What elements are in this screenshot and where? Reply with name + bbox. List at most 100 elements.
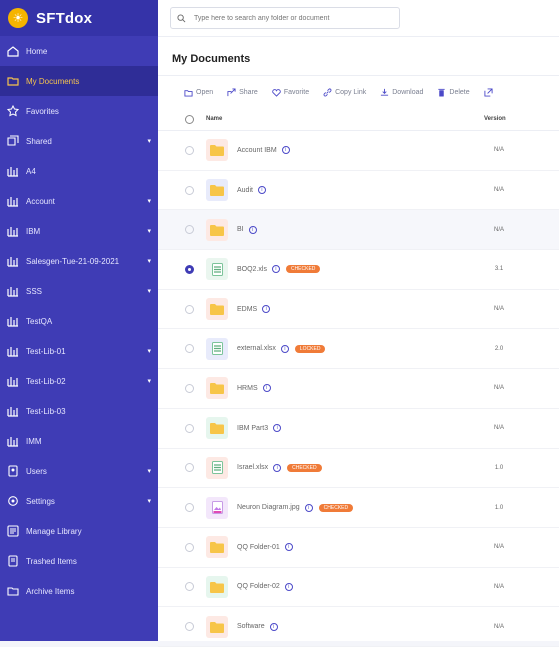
sidebar-item-shared[interactable]: Shared ▾ <box>0 126 158 156</box>
library-icon <box>6 434 20 448</box>
sidebar-item-users[interactable]: Users ▾ <box>0 456 158 486</box>
row-select-radio[interactable] <box>185 503 194 513</box>
table-row[interactable]: Israel.xlsx i CHECKED 1.0 <box>158 449 559 489</box>
document-name-cell[interactable]: HRMS i <box>237 384 271 393</box>
row-select-radio[interactable] <box>185 304 194 314</box>
delete-button[interactable]: Delete <box>437 88 470 97</box>
star-icon <box>6 104 20 118</box>
sidebar-item-imm[interactable]: IMM <box>0 426 158 456</box>
info-icon[interactable]: i <box>284 543 293 552</box>
table-row[interactable]: Neuron Diagram.jpg i CHECKED 1.0 <box>158 488 559 528</box>
table-row[interactable]: BI i N/A <box>158 210 559 251</box>
row-select-radio[interactable] <box>185 423 194 433</box>
gear-icon <box>6 494 20 508</box>
info-icon[interactable]: i <box>248 225 257 234</box>
search-box[interactable] <box>170 7 400 29</box>
table-row[interactable]: external.xlsx i LOCKED 2.0 <box>158 329 559 370</box>
table-row[interactable]: Audit i N/A <box>158 171 559 211</box>
download-button[interactable]: Download <box>380 88 423 97</box>
open-button[interactable]: Open <box>184 88 213 97</box>
favorite-button[interactable]: Favorite <box>272 88 309 97</box>
row-select-radio[interactable] <box>185 225 194 235</box>
sidebar-item-trashed-items[interactable]: Trashed Items <box>0 546 158 576</box>
sidebar-item-archive-items[interactable]: Archive Items <box>0 576 158 606</box>
info-icon[interactable]: i <box>257 186 266 195</box>
info-icon[interactable]: i <box>262 384 271 393</box>
table-row[interactable]: IBM Part3 i N/A <box>158 409 559 449</box>
sidebar-item-ibm[interactable]: IBM ▾ <box>0 216 158 246</box>
chevron-down-icon[interactable]: ▾ <box>147 497 151 505</box>
copy-link-button[interactable]: Copy Link <box>323 88 366 97</box>
share-button[interactable]: Share <box>227 87 258 97</box>
sidebar-item-salesgen-tue-21-09-2021[interactable]: Salesgen-Tue-21-09-2021 ▾ <box>0 246 158 276</box>
document-name-cell[interactable]: external.xlsx i LOCKED <box>237 344 326 353</box>
document-name-cell[interactable]: Account IBM i <box>237 146 290 155</box>
document-name-cell[interactable]: Israel.xlsx i CHECKED <box>237 463 322 472</box>
document-name-cell[interactable]: Software i <box>237 622 278 631</box>
more-actions-button[interactable] <box>484 87 496 97</box>
sidebar-item-my-documents[interactable]: My Documents <box>0 66 158 96</box>
row-select-radio[interactable] <box>185 145 194 155</box>
sidebar-item-settings[interactable]: Settings ▾ <box>0 486 158 516</box>
chevron-down-icon[interactable]: ▾ <box>147 137 151 145</box>
table-row[interactable]: EDMS i N/A <box>158 290 559 330</box>
search-input[interactable] <box>192 13 386 23</box>
table-row[interactable]: QQ Folder-01 i N/A <box>158 528 559 568</box>
table-row[interactable]: HRMS i N/A <box>158 369 559 409</box>
document-name-cell[interactable]: IBM Part3 i <box>237 424 282 433</box>
table-row[interactable]: Account IBM i N/A <box>158 131 559 171</box>
table-row[interactable]: BOQ2.xls i CHECKED 3.1 <box>158 250 559 290</box>
external-icon <box>484 87 493 97</box>
sidebar-item-favorites[interactable]: Favorites <box>0 96 158 126</box>
info-icon[interactable]: i <box>281 146 290 155</box>
chevron-down-icon[interactable]: ▾ <box>147 227 151 235</box>
sidebar-item-a4[interactable]: A4 <box>0 156 158 186</box>
row-select-radio[interactable] <box>185 344 194 354</box>
select-all-radio[interactable] <box>185 114 194 124</box>
sidebar-item-home[interactable]: Home <box>0 36 158 66</box>
document-name-cell[interactable]: EDMS i <box>237 305 271 314</box>
sidebar-item-sss[interactable]: SSS ▾ <box>0 276 158 306</box>
chevron-down-icon[interactable]: ▾ <box>147 257 151 265</box>
download-label: Download <box>392 88 424 96</box>
column-header-version[interactable]: Version <box>484 116 506 122</box>
info-icon[interactable]: i <box>304 503 313 512</box>
column-header-name[interactable]: Name <box>206 116 222 122</box>
chevron-down-icon[interactable]: ▾ <box>147 377 151 385</box>
info-icon[interactable]: i <box>280 344 289 353</box>
sidebar-item-account[interactable]: Account ▾ <box>0 186 158 216</box>
table-row[interactable]: QQ Folder-02 i N/A <box>158 568 559 608</box>
row-select-radio[interactable] <box>185 622 194 632</box>
document-name-cell[interactable]: BI i <box>237 225 257 234</box>
brand[interactable]: ☀ SFTdox <box>0 0 158 36</box>
row-select-radio[interactable] <box>185 383 194 393</box>
document-name-cell[interactable]: QQ Folder-02 i <box>237 582 293 591</box>
info-icon[interactable]: i <box>284 582 293 591</box>
info-icon[interactable]: i <box>271 265 280 274</box>
sidebar-item-testqa[interactable]: TestQA <box>0 306 158 336</box>
document-name-cell[interactable]: Neuron Diagram.jpg i CHECKED <box>237 503 354 512</box>
chevron-down-icon[interactable]: ▾ <box>147 287 151 295</box>
chevron-down-icon[interactable]: ▾ <box>147 197 151 205</box>
document-name-cell[interactable]: BOQ2.xls i CHECKED <box>237 265 321 274</box>
document-name-cell[interactable]: QQ Folder-01 i <box>237 543 293 552</box>
row-select-radio[interactable] <box>185 463 194 473</box>
chevron-down-icon[interactable]: ▾ <box>147 347 151 355</box>
info-icon[interactable]: i <box>269 622 278 631</box>
row-select-radio[interactable] <box>185 185 194 195</box>
row-select-radio[interactable] <box>185 264 194 274</box>
sidebar-item-manage-library[interactable]: Manage Library <box>0 516 158 546</box>
document-name-cell[interactable]: Audit i <box>237 186 266 195</box>
sidebar-item-test-lib-03[interactable]: Test-Lib-03 <box>0 396 158 426</box>
sidebar-item-test-lib-02[interactable]: Test-Lib-02 ▾ <box>0 366 158 396</box>
info-icon[interactable]: i <box>262 305 271 314</box>
info-icon[interactable]: i <box>273 424 282 433</box>
row-select-radio[interactable] <box>185 582 194 592</box>
info-icon[interactable]: i <box>273 463 282 472</box>
document-name: Audit <box>237 186 253 194</box>
chevron-down-icon[interactable]: ▾ <box>147 467 151 475</box>
open-icon <box>184 89 193 97</box>
sidebar-item-label: Settings <box>26 496 55 506</box>
sidebar-item-test-lib-01[interactable]: Test-Lib-01 ▾ <box>0 336 158 366</box>
row-select-radio[interactable] <box>185 542 194 552</box>
